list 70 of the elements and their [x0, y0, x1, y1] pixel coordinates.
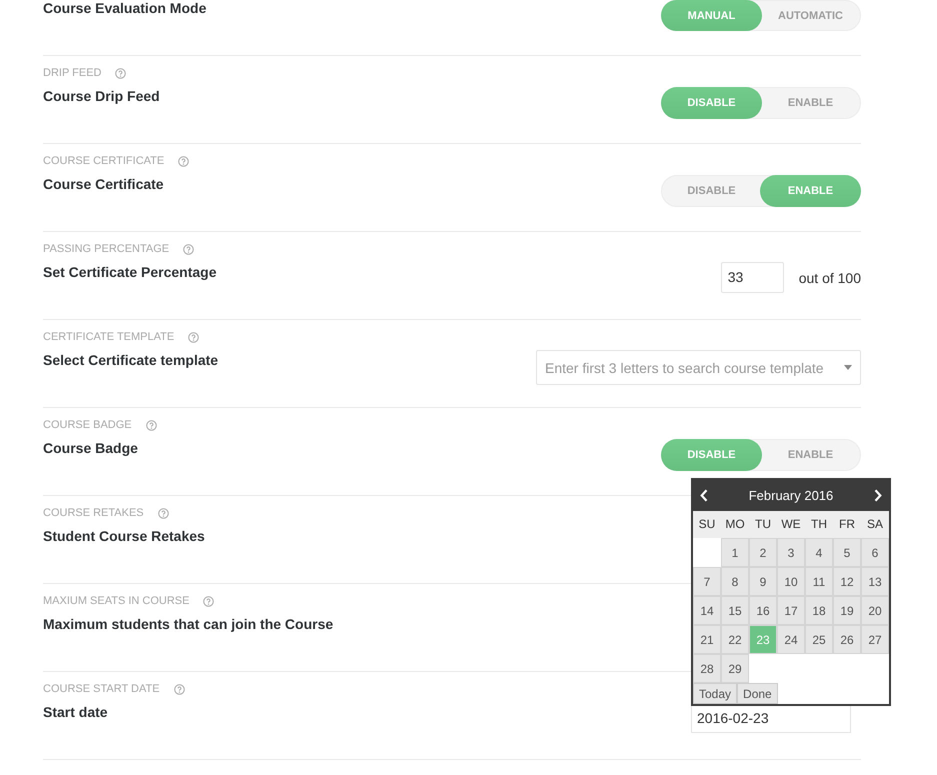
- help-icon[interactable]: [183, 244, 194, 254]
- percentage-input[interactable]: 33: [720, 262, 784, 293]
- calendar-button[interactable]: Done: [737, 683, 778, 704]
- day-button[interactable]: 10: [777, 567, 805, 596]
- setting-label: CERTIFICATE TEMPLATE: [43, 330, 174, 345]
- day-button[interactable]: 29: [721, 654, 749, 683]
- help-icon[interactable]: [203, 596, 214, 606]
- suffix-text: out of 100: [798, 270, 861, 286]
- day-button[interactable]: 5: [833, 538, 861, 567]
- day-button[interactable]: 20: [861, 596, 889, 625]
- setting-label: MAXIUM SEATS IN COURSE: [43, 594, 190, 609]
- help-icon[interactable]: [174, 684, 185, 694]
- day-button[interactable]: 25: [805, 625, 833, 654]
- day-button[interactable]: 6: [861, 538, 889, 567]
- day-button[interactable]: 19: [833, 596, 861, 625]
- setting-title: Set Certificate Percentage: [43, 263, 217, 282]
- setting-label: COURSE START DATE: [43, 682, 160, 697]
- day-button[interactable]: 17: [777, 596, 805, 625]
- help-icon[interactable]: [146, 420, 157, 430]
- day-button[interactable]: 2: [749, 538, 777, 567]
- day-button[interactable]: 3: [777, 538, 805, 567]
- setting-label: COURSE BADGE: [43, 418, 132, 433]
- month-title: February 2016: [748, 488, 834, 503]
- setting-title: Course Drip Feed: [43, 87, 160, 106]
- day-button[interactable]: 14: [693, 596, 721, 625]
- setting-label: DRIP FEED: [43, 66, 102, 81]
- day-button[interactable]: 15: [721, 596, 749, 625]
- help-icon[interactable]: [115, 68, 126, 78]
- setting-title: Select Certificate template: [43, 351, 218, 370]
- help-icon[interactable]: [188, 332, 200, 342]
- day-button[interactable]: 21: [693, 625, 721, 654]
- setting-title: Course Evaluation Mode: [43, 0, 206, 16]
- day-button[interactable]: 28: [693, 654, 721, 683]
- day-button[interactable]: 9: [749, 567, 777, 596]
- day-button[interactable]: 8: [721, 567, 749, 596]
- day-button[interactable]: 24: [777, 625, 805, 654]
- caret-icon: [844, 365, 852, 370]
- day-button[interactable]: 16: [749, 596, 777, 625]
- day-button[interactable]: 1: [721, 538, 749, 567]
- calendar-button[interactable]: Today: [693, 683, 738, 704]
- setting-title: Course Certificate: [43, 175, 165, 194]
- weekday-label: TH: [810, 516, 828, 533]
- day-button[interactable]: 4: [805, 538, 833, 567]
- help-icon[interactable]: [158, 508, 169, 518]
- weekday-label: SA: [866, 516, 884, 533]
- day-button[interactable]: 18: [805, 596, 833, 625]
- chevron-left-icon: [700, 489, 708, 502]
- weekday-label: FR: [838, 516, 856, 533]
- setting-label: COURSE CERTIFICATE: [43, 154, 164, 169]
- setting-title: Maximum students that can join the Course: [43, 615, 334, 634]
- day-button[interactable]: 11: [805, 567, 833, 596]
- day-button[interactable]: 13: [861, 567, 889, 596]
- day-button[interactable]: 27: [861, 625, 889, 654]
- setting-label: PASSING PERCENTAGE: [43, 242, 170, 257]
- setting-label: COURSE RETAKES: [43, 506, 144, 521]
- day-button[interactable]: 26: [833, 625, 861, 654]
- next-month-button[interactable]: [873, 488, 883, 502]
- weekday-label: SU: [698, 516, 716, 533]
- setting-title: Student Course Retakes: [43, 527, 205, 546]
- setting-title: Start date: [43, 703, 109, 722]
- day-button[interactable]: 12: [833, 567, 861, 596]
- day-button[interactable]: 7: [693, 567, 721, 596]
- help-icon[interactable]: [178, 156, 190, 166]
- weekday-label: MO: [724, 516, 746, 533]
- prev-month-button[interactable]: [699, 488, 709, 502]
- weekday-label: WE: [780, 516, 802, 533]
- setting-title: Course Badge: [43, 439, 139, 458]
- day-button[interactable]: 22: [721, 625, 749, 654]
- chevron-right-icon: [874, 489, 882, 502]
- weekday-label: TU: [754, 516, 772, 533]
